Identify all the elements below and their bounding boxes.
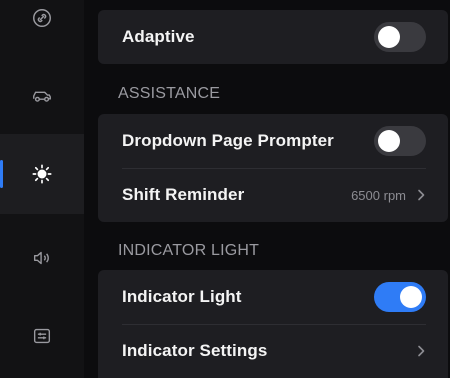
shift-reminder-value-wrap: 6500 rpm [351,188,426,203]
dropdown-prompter-label: Dropdown Page Prompter [122,131,334,150]
adaptive-toggle[interactable] [374,22,426,52]
sidebar-item-sound[interactable] [0,218,84,298]
shift-reminder-row[interactable]: Shift Reminder 6500 rpm [98,168,448,222]
sidebar [0,0,84,378]
assistance-section-title: ASSISTANCE [118,85,221,102]
sidebar-item-display[interactable] [0,134,84,214]
adaptive-row: Adaptive [98,10,448,64]
volume-icon [33,251,49,265]
toggle-knob [378,26,400,48]
settings-list-icon [33,328,51,344]
dropdown-prompter-row: Dropdown Page Prompter [98,114,448,168]
indicator-card: Indicator Light Indicator Settings [98,270,448,378]
shift-reminder-label: Shift Reminder [122,185,245,204]
toggle-knob [378,130,400,152]
settings-content: Adaptive ASSISTANCE Dropdown Page Prompt… [98,0,450,378]
indicator-settings-row[interactable]: Indicator Settings [98,324,448,378]
brightness-icon [32,164,52,184]
sidebar-item-link[interactable] [0,0,84,58]
indicator-section-title: INDICATOR LIGHT [118,242,260,259]
assistance-card: Dropdown Page Prompter Shift Reminder 65… [98,114,448,222]
display-card: Adaptive [98,10,448,64]
chevron-right-icon [418,345,425,357]
indicator-light-label: Indicator Light [122,287,242,306]
car-icon [33,91,51,102]
dropdown-prompter-toggle[interactable] [374,126,426,156]
shift-reminder-value: 6500 rpm [351,187,406,203]
indicator-settings-label: Indicator Settings [122,341,268,360]
chevron-right-icon [418,189,425,201]
settings-screen: Adaptive ASSISTANCE Dropdown Page Prompt… [0,0,450,378]
sidebar-item-general[interactable] [0,296,84,376]
toggle-knob [400,286,422,308]
sidebar-item-vehicle[interactable] [0,56,84,136]
indicator-light-toggle[interactable] [374,282,426,312]
adaptive-label: Adaptive [122,27,195,46]
indicator-light-row: Indicator Light [98,270,448,324]
active-indicator [0,160,3,188]
link-icon [33,9,51,27]
